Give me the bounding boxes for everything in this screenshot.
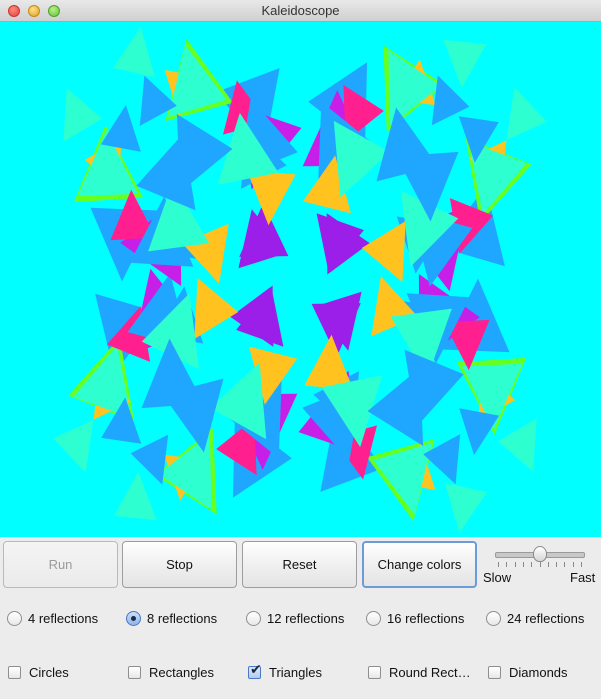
checkbox-label: Circles bbox=[29, 665, 69, 680]
radio-button[interactable] bbox=[366, 611, 381, 626]
radio-label: 16 reflections bbox=[387, 611, 465, 626]
slider-tick bbox=[547, 562, 549, 567]
kaleidoscope-triangle bbox=[230, 285, 274, 347]
slider-tick bbox=[556, 562, 558, 567]
kaleidoscope-triangle bbox=[63, 88, 102, 142]
run-button[interactable]: Run bbox=[3, 541, 118, 588]
radio-label: 4 reflections bbox=[28, 611, 99, 626]
kaleidoscope-triangle bbox=[113, 471, 157, 521]
radio-button[interactable] bbox=[246, 611, 261, 626]
slider-tick bbox=[506, 562, 508, 567]
speed-slider-thumb[interactable] bbox=[533, 546, 547, 562]
title-bar: Kaleidoscope bbox=[0, 0, 601, 22]
speed-slider-ticks bbox=[495, 562, 585, 568]
kaleidoscope-canvas bbox=[0, 22, 601, 537]
fast-label: Fast bbox=[570, 570, 596, 585]
kaleidoscope-triangle bbox=[326, 213, 370, 275]
check-mark-icon: ✔ bbox=[250, 661, 262, 677]
checkbox-label: Round Rect… bbox=[389, 665, 471, 680]
slider-tick bbox=[572, 562, 574, 567]
kaleidoscope-triangle bbox=[443, 39, 487, 89]
slider-tick bbox=[498, 562, 499, 567]
checkbox[interactable] bbox=[488, 666, 501, 679]
speed-slider[interactable] bbox=[495, 546, 585, 562]
checkbox[interactable] bbox=[8, 666, 21, 679]
kaleidoscope-triangle bbox=[444, 482, 487, 533]
checkbox-label: Diamonds bbox=[509, 665, 568, 680]
slider-tick bbox=[564, 562, 566, 567]
radio-button[interactable] bbox=[486, 611, 501, 626]
checkbox[interactable] bbox=[368, 666, 381, 679]
kaleidoscope-triangle bbox=[194, 278, 239, 339]
slider-tick bbox=[522, 562, 524, 567]
radio-button[interactable] bbox=[126, 611, 141, 626]
radio-label: 24 reflections bbox=[507, 611, 585, 626]
slider-tick bbox=[581, 562, 582, 567]
radio-label: 8 reflections bbox=[147, 611, 218, 626]
reflections-group: 4 reflections 8 reflections 12 reflectio… bbox=[0, 609, 601, 629]
radio-button[interactable] bbox=[7, 611, 22, 626]
kaleidoscope-triangle bbox=[53, 420, 94, 473]
stop-button[interactable]: Stop bbox=[122, 541, 237, 588]
slider-tick bbox=[539, 562, 541, 567]
change-colors-button[interactable]: Change colors bbox=[362, 541, 477, 588]
kaleidoscope-triangle bbox=[113, 27, 156, 78]
checkbox-label: Triangles bbox=[269, 665, 322, 680]
window-title: Kaleidoscope bbox=[261, 3, 340, 18]
kaleidoscope-triangle bbox=[506, 87, 547, 140]
slow-label: Slow bbox=[483, 570, 512, 585]
kaleidoscope-triangle bbox=[361, 221, 406, 282]
kaleidoscope-drawing bbox=[53, 27, 547, 533]
kaleidoscope-triangle bbox=[498, 418, 537, 472]
shapes-group: Circles Rectangles ✔ Triangles Round Rec… bbox=[0, 662, 601, 683]
reset-button[interactable]: Reset bbox=[242, 541, 357, 588]
slider-tick bbox=[514, 562, 516, 567]
checkbox[interactable]: ✔ bbox=[248, 662, 262, 679]
slider-tick bbox=[531, 562, 533, 567]
checkbox-label: Rectangles bbox=[149, 665, 215, 680]
checkbox[interactable] bbox=[128, 666, 141, 679]
radio-label: 12 reflections bbox=[267, 611, 345, 626]
